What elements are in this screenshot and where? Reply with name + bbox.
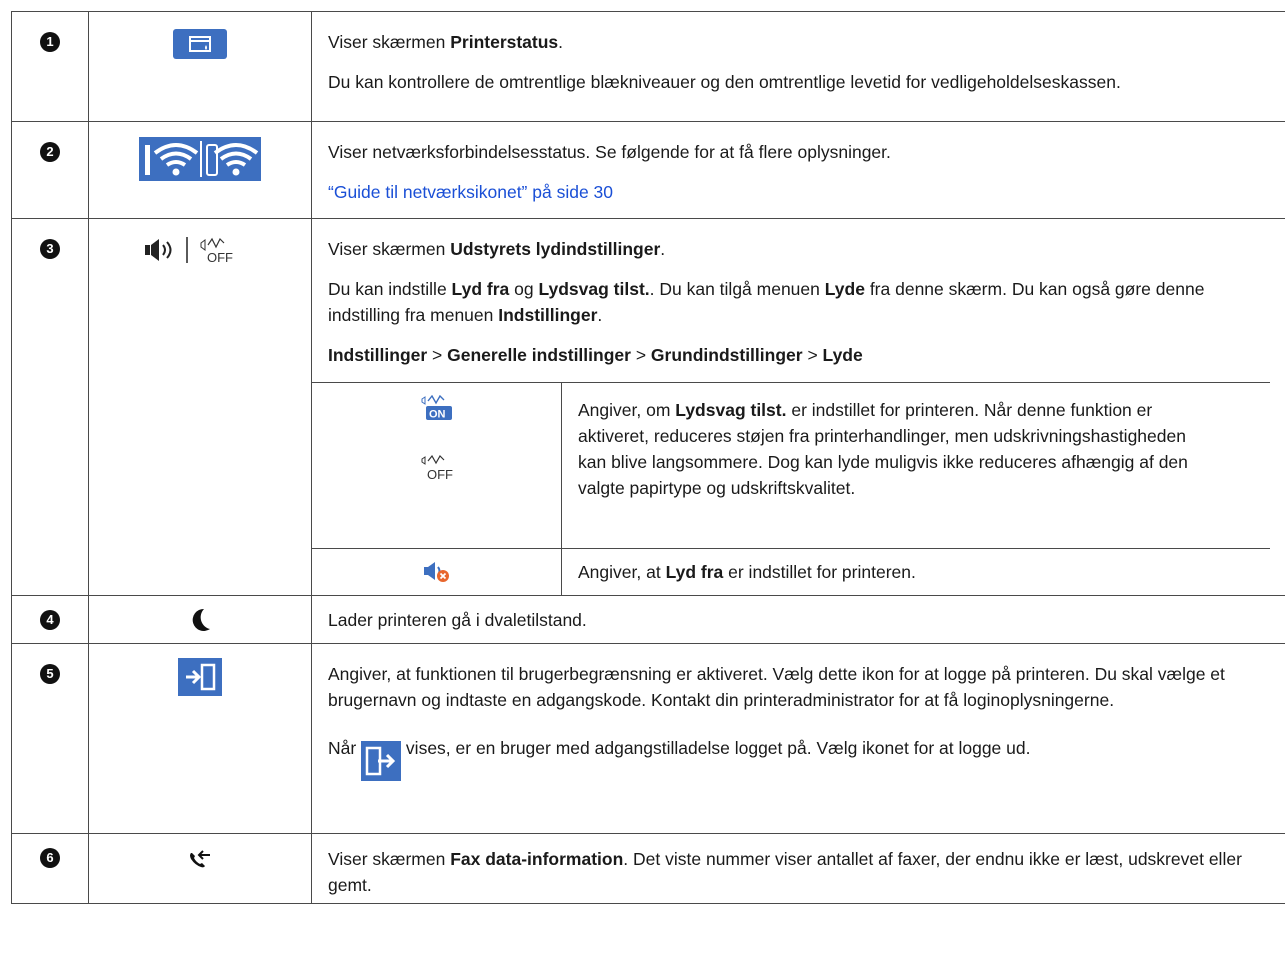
description-line: Du kan indstille Lyd fra og Lydsvag tils…: [328, 279, 1205, 325]
fax-data-icon: [188, 848, 212, 869]
quiet-mode-off-icon: OFF: [420, 455, 454, 481]
table-row: 3 OFF Viser skærmen Udstyrets lydindstil…: [11, 218, 1285, 596]
description-line: Viser skærmen Fax data-information. Det …: [328, 848, 1242, 895]
table-row: 2 Viser netværksforbindelsesstatus. Se f…: [11, 121, 1285, 219]
row-number-badge: 6: [40, 847, 60, 868]
printer-status-icon: [173, 29, 227, 59]
menu-path: Indstillinger > Generelle indstillinger …: [328, 345, 863, 365]
network-guide-link[interactable]: “Guide til netværksikonet” på side 30: [328, 182, 613, 202]
sound-off-icon: [423, 559, 451, 583]
row-number-badge: 4: [40, 609, 60, 630]
quiet-mode-on-icon: ON: [420, 395, 454, 421]
table-row: 1 Viser skærmen Printerstatus. Du kan ko…: [11, 11, 1285, 122]
description-line: Lader printeren gå i dvaletilstand.: [328, 609, 587, 630]
svg-text:ON: ON: [429, 409, 446, 421]
svg-text:OFF: OFF: [427, 467, 453, 481]
table-row: 6 Viser skærmen Fax data-information. De…: [11, 832, 1285, 904]
row-number-badge: 2: [40, 142, 60, 162]
description-line: Angiver, at funktionen til brugerbegræns…: [328, 663, 1225, 710]
description-line: Angiver, at Lyd fra er indstillet for pr…: [578, 562, 916, 582]
description-line: Angiver, om Lydsvag tilst. er indstillet…: [578, 400, 1188, 498]
row-number-badge: 1: [40, 32, 60, 52]
description-line: Viser skærmen Udstyrets lydindstillinger…: [328, 239, 666, 259]
row-number-badge: 3: [40, 239, 60, 259]
icon-reference-table: 1 Viser skærmen Printerstatus. Du kan ko…: [11, 11, 1285, 904]
description-line: Når vises, er en bruger med adgangstilla…: [328, 735, 1285, 781]
login-icon: [178, 657, 222, 696]
subtable-row: ON OFF Angiver, om Lydsvag tilst. er ind…: [311, 382, 1270, 549]
logout-icon: [361, 740, 402, 781]
description-line: Viser skærmen Printerstatus.: [328, 32, 564, 52]
network-status-icons: [139, 137, 261, 181]
sleep-moon-icon: [188, 607, 212, 633]
sound-icons-subtable: ON OFF Angiver, om Lydsvag tilst. er ind…: [311, 382, 1270, 595]
svg-text:OFF: OFF: [207, 250, 233, 265]
row-number-badge: 5: [40, 663, 60, 684]
subtable-row: Angiver, at Lyd fra er indstillet for pr…: [311, 548, 1270, 595]
table-row: 5 Angiver, at funktionen til brugerbegræ…: [11, 642, 1285, 834]
speaker-and-quiet-off-icons: OFF: [145, 235, 255, 265]
table-row: 4 Lader printeren gå i dvaletilstand.: [11, 594, 1285, 644]
description-line: Viser netværksforbindelsesstatus. Se føl…: [328, 142, 891, 162]
description-line: Du kan kontrollere de omtrentlige blækni…: [328, 72, 1121, 92]
